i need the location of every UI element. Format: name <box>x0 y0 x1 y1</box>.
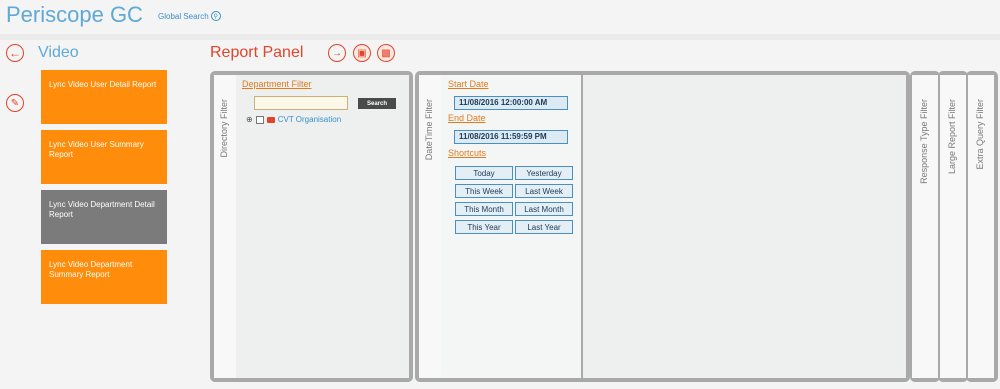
search-icon: ⚲ <box>210 11 221 21</box>
datetime-filter-tab[interactable]: DateTime Filter <box>419 75 441 378</box>
directory-filter-tab-label: Directory Filter <box>219 99 229 158</box>
report-panel-title: Report Panel <box>210 44 304 61</box>
report-tile-user-summary[interactable]: Lync Video User Summary Report <box>41 130 167 184</box>
datetime-filter-empty-area <box>583 75 906 378</box>
tree-node-label[interactable]: CVT Organisation <box>278 115 341 124</box>
shortcuts-label: Shortcuts <box>448 148 487 158</box>
shortcut-last-month-button[interactable]: Last Month <box>515 202 573 216</box>
section-title: Video <box>38 44 79 61</box>
global-search-label: Global Search <box>158 11 209 21</box>
shortcut-this-month-button[interactable]: This Month <box>455 202 513 216</box>
large-report-filter-tab[interactable]: Large Report Filter <box>940 75 966 378</box>
report-tile-department-detail[interactable]: Lync Video Department Detail Report <box>41 190 167 244</box>
response-type-filter-label: Response Type Filter <box>919 99 929 184</box>
edit-icon[interactable]: ✎ <box>6 94 24 112</box>
run-arrow-icon[interactable]: → <box>328 44 346 62</box>
datetime-filter-tab-label: DateTime Filter <box>424 99 434 161</box>
response-type-filter-panel: Response Type Filter <box>910 71 940 382</box>
app-header: Periscope GC Global Search ⚲ <box>0 0 1000 34</box>
tree-node: ⊕ CVT Organisation <box>246 115 341 124</box>
schedule-icon[interactable]: ▩ <box>377 44 395 62</box>
shortcut-today-button[interactable]: Today <box>455 166 513 180</box>
start-date-input[interactable]: 11/08/2016 12:00:00 AM <box>454 96 568 110</box>
end-date-label[interactable]: End Date <box>448 113 486 123</box>
folder-icon <box>266 116 275 123</box>
extra-query-filter-tab[interactable]: Extra Query Filter <box>968 75 994 378</box>
shortcut-yesterday-button[interactable]: Yesterday <box>515 166 573 180</box>
app-logo[interactable]: Periscope GC <box>6 2 143 28</box>
department-filter-heading[interactable]: Department Filter <box>242 79 312 89</box>
tree-checkbox[interactable] <box>255 115 264 124</box>
back-arrow-icon[interactable]: ← <box>6 44 24 62</box>
department-search-input[interactable] <box>254 96 348 110</box>
shortcut-last-week-button[interactable]: Last Week <box>515 184 573 198</box>
shortcut-last-year-button[interactable]: Last Year <box>515 220 573 234</box>
top-divider <box>0 34 1000 40</box>
directory-filter-tab[interactable]: Directory Filter <box>214 75 236 378</box>
shortcut-this-year-button[interactable]: This Year <box>455 220 513 234</box>
save-icon[interactable]: ▣ <box>353 44 371 62</box>
global-search-link[interactable]: Global Search ⚲ <box>158 11 221 21</box>
department-search-button[interactable]: Search <box>358 98 396 109</box>
large-report-filter-panel: Large Report Filter <box>938 71 968 382</box>
response-type-filter-tab[interactable]: Response Type Filter <box>912 75 938 378</box>
extra-query-filter-panel: Extra Query Filter <box>966 71 998 382</box>
report-tile-department-summary[interactable]: Lync Video Department Summary Report <box>41 250 167 304</box>
shortcut-this-week-button[interactable]: This Week <box>455 184 513 198</box>
large-report-filter-label: Large Report Filter <box>947 99 957 175</box>
expand-plus-icon[interactable]: ⊕ <box>246 115 253 124</box>
report-tile-user-detail[interactable]: Lync Video User Detail Report <box>41 70 167 124</box>
start-date-label[interactable]: Start Date <box>448 79 489 89</box>
extra-query-filter-label: Extra Query Filter <box>975 99 985 170</box>
end-date-input[interactable]: 11/08/2016 11:59:59 PM <box>454 130 568 144</box>
